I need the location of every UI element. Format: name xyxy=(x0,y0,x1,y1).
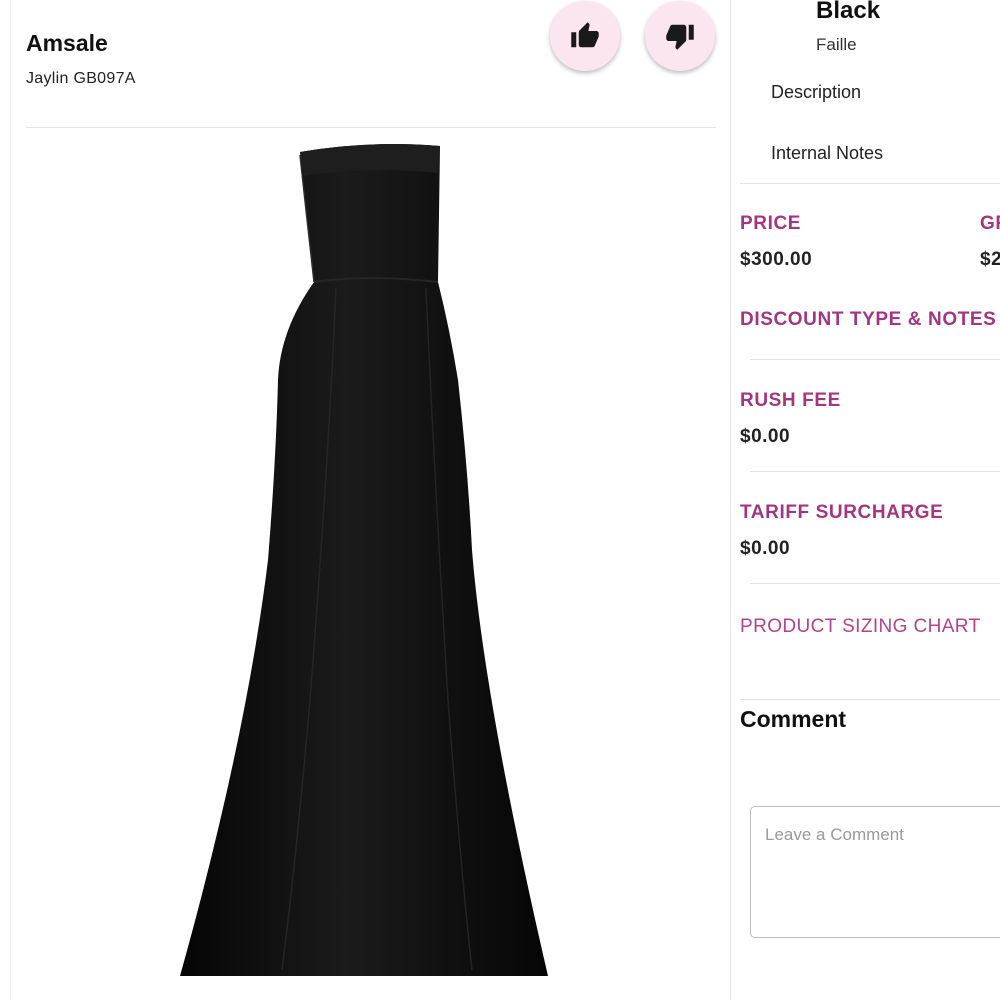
discount-label: DISCOUNT TYPE & NOTES xyxy=(740,309,997,330)
divider xyxy=(740,183,1000,184)
like-button[interactable] xyxy=(550,1,620,71)
description-row[interactable]: Description xyxy=(771,82,861,103)
internal-notes-row[interactable]: Internal Notes xyxy=(771,143,883,164)
brand-name: Amsale xyxy=(26,30,108,56)
thumbs-up-icon xyxy=(571,22,599,48)
product-image xyxy=(180,144,548,976)
divider xyxy=(750,359,1000,360)
tariff-surcharge-value: $0.00 xyxy=(740,538,791,559)
tariff-surcharge-label: TARIFF SURCHARGE xyxy=(740,502,944,523)
fabric-name: Faille xyxy=(816,35,857,54)
divider xyxy=(750,471,1000,472)
rush-fee-label: RUSH FEE xyxy=(740,390,841,411)
divider xyxy=(750,583,1000,584)
dislike-button[interactable] xyxy=(645,1,715,71)
divider xyxy=(740,699,1000,700)
rush-fee-value: $0.00 xyxy=(740,426,791,447)
comment-title: Comment xyxy=(740,706,847,732)
thumbs-down-icon xyxy=(666,24,694,50)
color-name: Black xyxy=(816,0,881,24)
clipped-column-label: GR xyxy=(980,213,1000,234)
sizing-chart-link[interactable]: PRODUCT SIZING CHART xyxy=(740,616,981,638)
price-label: PRICE xyxy=(740,213,802,234)
panel-divider xyxy=(730,0,731,1000)
left-border xyxy=(10,0,11,1000)
price-value: $300.00 xyxy=(740,249,813,270)
clipped-column-value: $2 xyxy=(980,249,1000,270)
style-code: Jaylin GB097A xyxy=(26,70,136,87)
comment-input[interactable] xyxy=(750,806,1000,938)
header-divider xyxy=(26,127,716,128)
